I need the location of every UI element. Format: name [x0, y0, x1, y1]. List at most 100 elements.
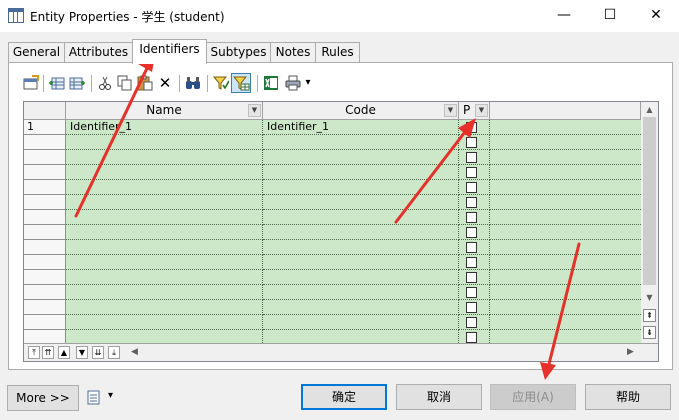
primary-checkbox[interactable]: ✓ [466, 122, 477, 133]
copy-icon[interactable] [117, 75, 133, 91]
code-cell[interactable] [263, 135, 459, 150]
name-cell[interactable]: Identifier_1 [66, 120, 263, 135]
name-column-dropdown-icon[interactable]: ▼ [248, 104, 261, 117]
primary-checkbox[interactable] [466, 137, 477, 148]
code-cell[interactable] [263, 255, 459, 270]
scroll-down-arrow-icon[interactable]: ▼ [643, 291, 656, 304]
paste-icon[interactable] [137, 75, 153, 91]
filter-icon[interactable] [212, 75, 230, 91]
primary-checkbox[interactable] [466, 227, 477, 238]
name-cell[interactable] [66, 150, 263, 165]
cut-icon[interactable] [97, 75, 113, 91]
ok-button[interactable]: 确定 [301, 384, 387, 410]
primary-checkbox[interactable] [466, 167, 477, 178]
column-header-code[interactable]: Code ▼ [263, 102, 459, 120]
document-options-icon[interactable] [86, 389, 104, 407]
code-cell[interactable] [263, 195, 459, 210]
table-row[interactable] [24, 240, 641, 255]
primary-checkbox[interactable] [466, 287, 477, 298]
name-cell[interactable] [66, 225, 263, 240]
tab-subtypes[interactable]: Subtypes [206, 42, 271, 63]
scroll-left-arrow-icon[interactable]: ◀ [128, 346, 141, 359]
properties-icon[interactable] [23, 75, 39, 91]
table-row[interactable] [24, 300, 641, 315]
primary-checkbox[interactable] [466, 242, 477, 253]
row-number[interactable] [24, 315, 66, 330]
table-row[interactable] [24, 285, 641, 300]
row-number[interactable] [24, 135, 66, 150]
more-button[interactable]: More >> [7, 385, 79, 411]
move-up-button[interactable]: ▲ [58, 346, 70, 359]
column-header-primary[interactable]: P ▼ [459, 102, 490, 120]
row-number[interactable] [24, 300, 66, 315]
row-number[interactable] [24, 210, 66, 225]
apply-button[interactable]: 应用(A) [490, 384, 576, 410]
table-row[interactable] [24, 255, 641, 270]
row-number[interactable] [24, 150, 66, 165]
primary-checkbox[interactable] [466, 212, 477, 223]
tab-general[interactable]: General [8, 42, 65, 63]
primary-column-dropdown-icon[interactable]: ▼ [475, 104, 488, 117]
table-row[interactable]: 1 Identifier_1 Identifier_1 ✓ [24, 120, 641, 135]
minimize-button[interactable]: — [541, 0, 587, 32]
primary-checkbox[interactable] [466, 272, 477, 283]
primary-checkbox[interactable] [466, 302, 477, 313]
primary-checkbox[interactable] [466, 257, 477, 268]
row-number[interactable] [24, 270, 66, 285]
page-down-icon[interactable]: ⇟ [643, 326, 656, 339]
row-number[interactable] [24, 240, 66, 255]
table-row[interactable] [24, 270, 641, 285]
customize-columns-icon[interactable] [231, 73, 251, 93]
scroll-right-arrow-icon[interactable]: ▶ [624, 346, 637, 359]
vertical-scrollbar-thumb[interactable] [643, 117, 656, 285]
column-header-name[interactable]: Name ▼ [66, 102, 263, 120]
add-row-icon[interactable] [49, 75, 65, 91]
tab-attributes[interactable]: Attributes [64, 42, 133, 63]
table-row[interactable] [24, 315, 641, 330]
name-cell[interactable] [66, 195, 263, 210]
delete-icon[interactable]: ✕ [157, 75, 173, 91]
tab-identifiers[interactable]: Identifiers [132, 39, 207, 64]
table-row[interactable] [24, 210, 641, 225]
code-column-dropdown-icon[interactable]: ▼ [444, 104, 457, 117]
code-cell[interactable] [263, 270, 459, 285]
table-row[interactable] [24, 150, 641, 165]
row-number[interactable] [24, 195, 66, 210]
code-cell[interactable] [263, 165, 459, 180]
name-cell[interactable] [66, 285, 263, 300]
vertical-scrollbar[interactable]: ▲ ▼ ⇞ ⇟ [641, 102, 658, 345]
name-cell[interactable] [66, 255, 263, 270]
move-down-page-button[interactable]: ⇊ [92, 346, 104, 359]
primary-checkbox[interactable] [466, 332, 477, 343]
move-to-top-button[interactable]: ⤒ [28, 346, 40, 359]
code-cell[interactable] [263, 180, 459, 195]
code-cell[interactable] [263, 315, 459, 330]
row-number[interactable] [24, 180, 66, 195]
horizontal-scrollbar[interactable]: ◀ ▶ [128, 344, 640, 361]
print-icon[interactable] [285, 75, 301, 91]
name-cell[interactable] [66, 315, 263, 330]
primary-checkbox[interactable] [466, 152, 477, 163]
document-options-dropdown-icon[interactable]: ▾ [108, 390, 113, 401]
name-cell[interactable] [66, 165, 263, 180]
code-cell[interactable] [263, 150, 459, 165]
print-dropdown-arrow-icon[interactable]: ▾ [303, 75, 313, 91]
maximize-button[interactable]: ☐ [587, 0, 633, 32]
cancel-button[interactable]: 取消 [396, 384, 482, 410]
row-number[interactable] [24, 255, 66, 270]
excel-export-icon[interactable] [263, 75, 279, 91]
row-number[interactable]: 1 [24, 120, 66, 135]
name-cell[interactable] [66, 135, 263, 150]
table-row[interactable] [24, 225, 641, 240]
move-down-button[interactable]: ▼ [76, 346, 88, 359]
table-row[interactable] [24, 135, 641, 150]
move-up-page-button[interactable]: ⇈ [42, 346, 54, 359]
close-button[interactable]: ✕ [633, 0, 679, 32]
tab-rules[interactable]: Rules [315, 42, 360, 63]
name-cell[interactable] [66, 300, 263, 315]
primary-checkbox[interactable] [466, 317, 477, 328]
move-to-bottom-button[interactable]: ⤓ [108, 346, 120, 359]
code-cell[interactable] [263, 300, 459, 315]
insert-row-icon[interactable] [69, 75, 85, 91]
code-cell[interactable] [263, 210, 459, 225]
